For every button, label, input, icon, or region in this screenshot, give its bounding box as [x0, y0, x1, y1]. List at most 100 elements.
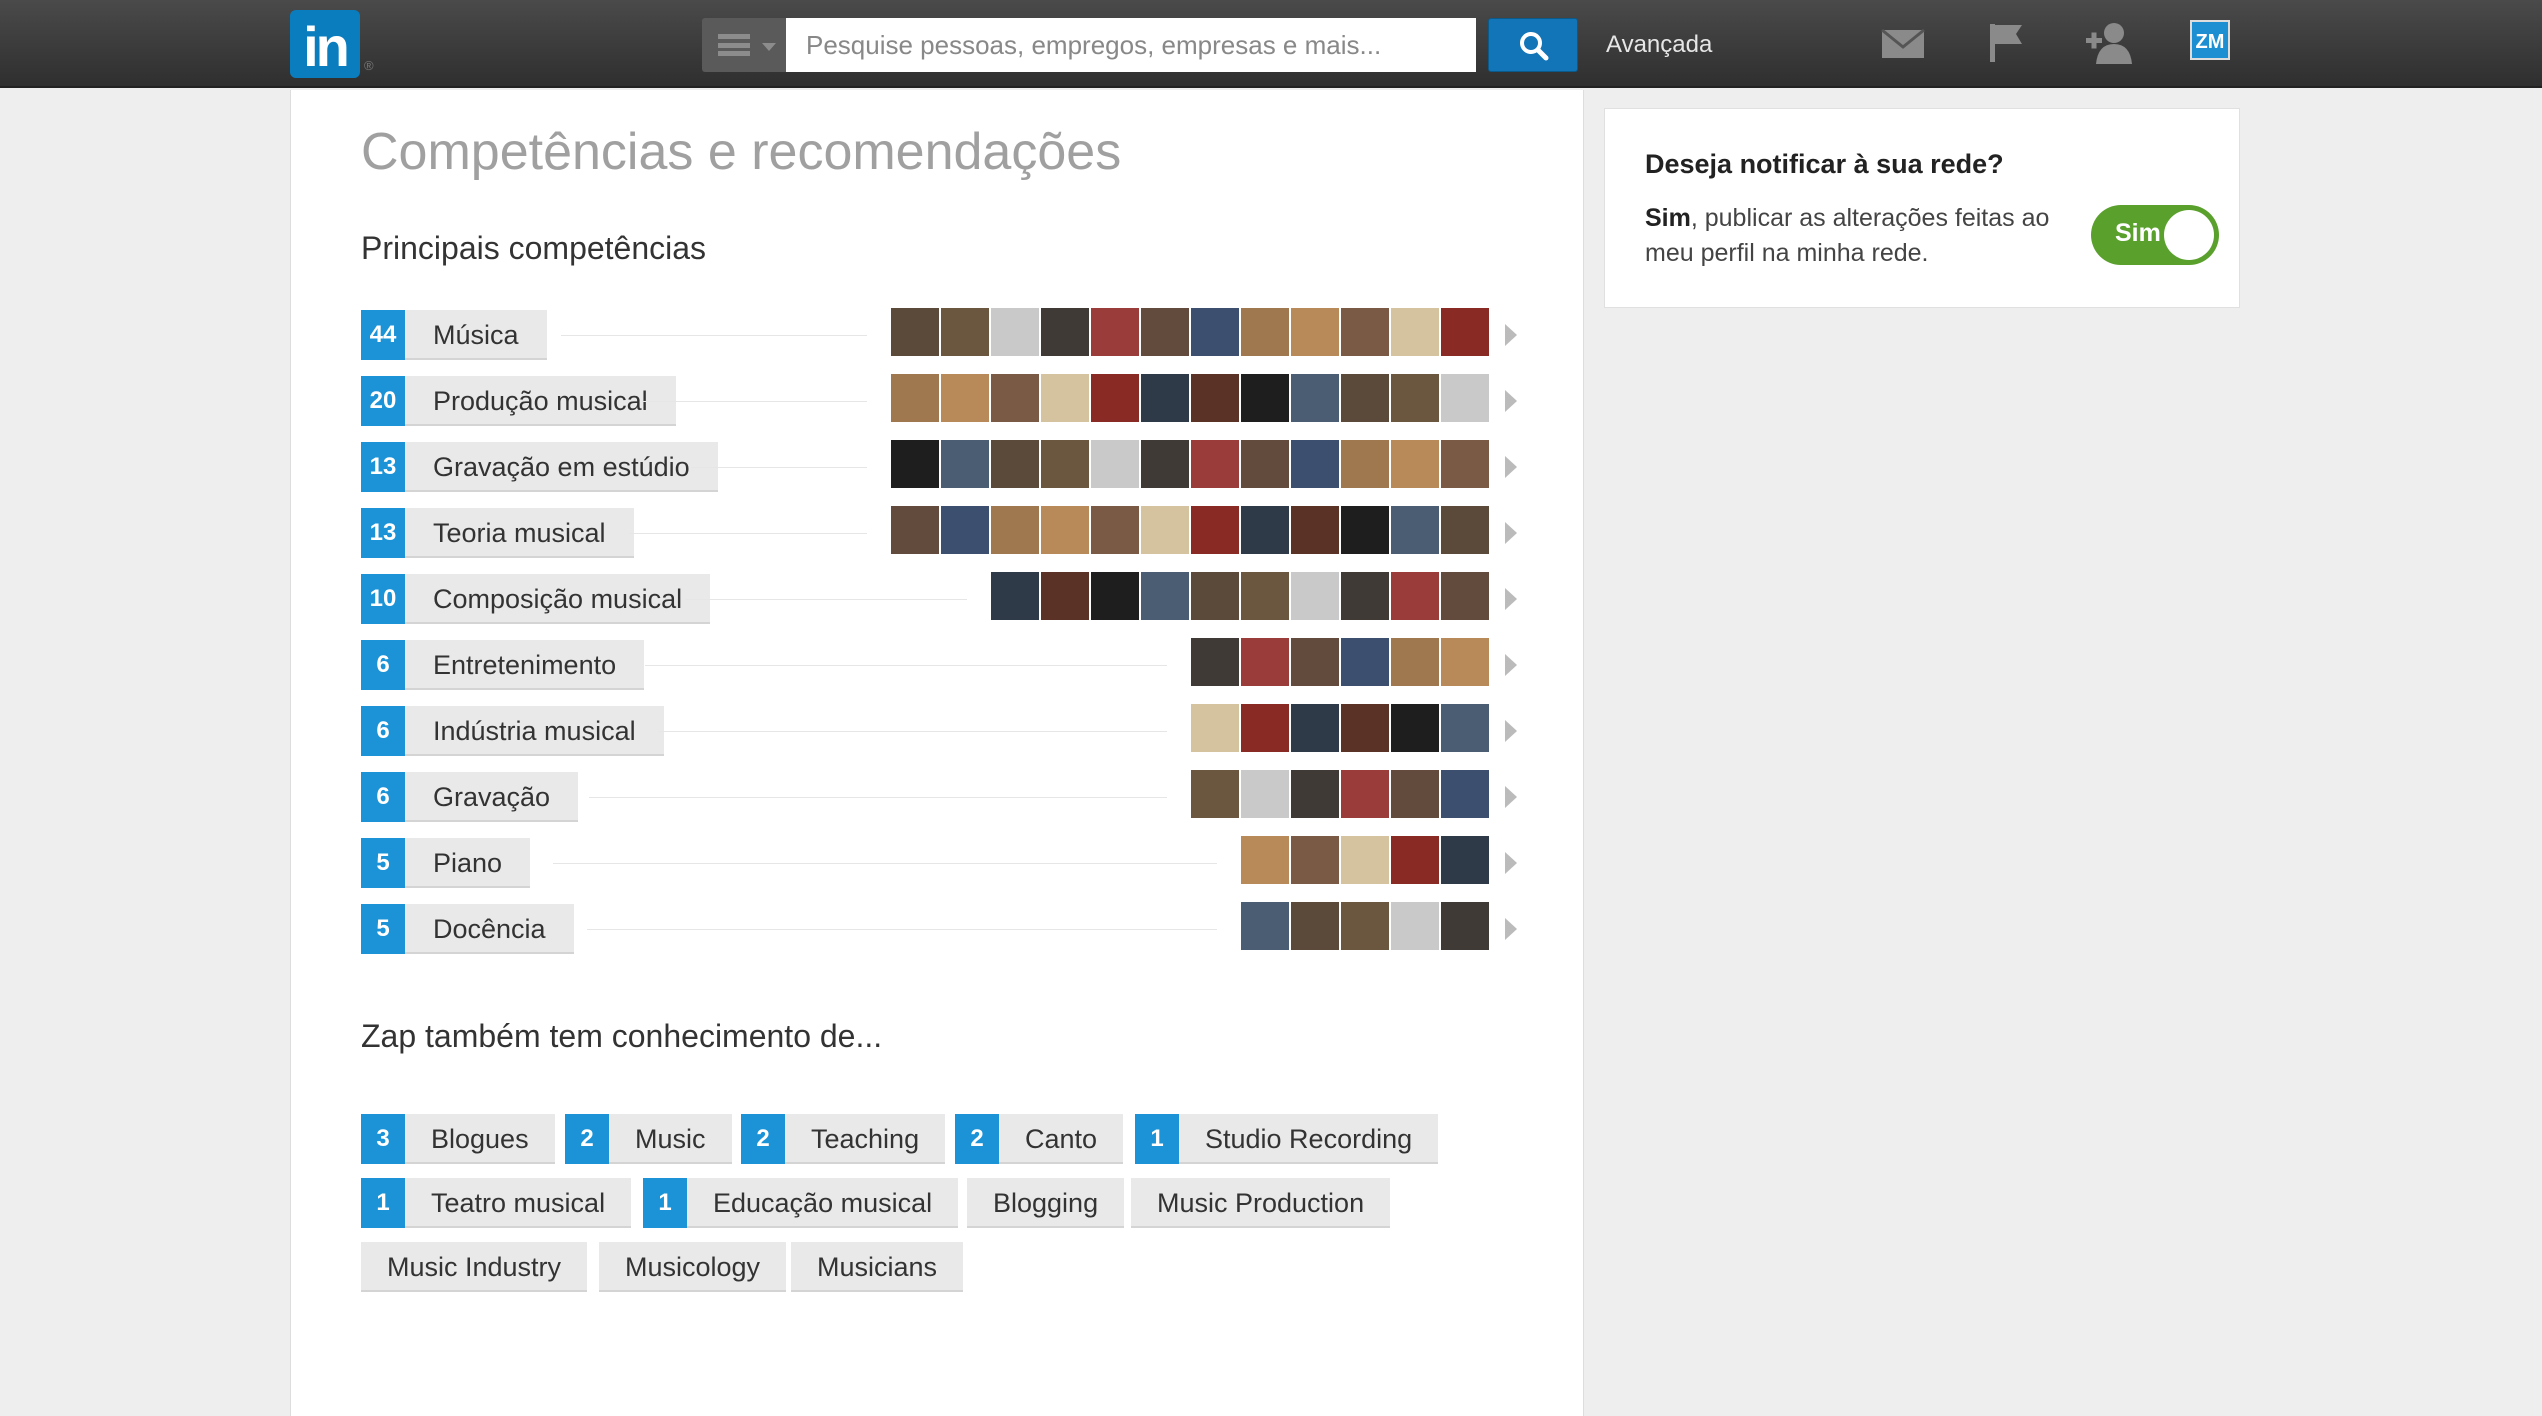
skill-name[interactable]: Music Production [1131, 1178, 1391, 1228]
endorsement-count-badge[interactable]: 6 [361, 772, 405, 822]
endorser-avatar[interactable] [1291, 440, 1339, 488]
endorsement-count-badge[interactable]: 5 [361, 838, 405, 888]
endorser-avatar[interactable] [1041, 572, 1089, 620]
endorser-avatar[interactable] [1091, 506, 1139, 554]
linkedin-logo[interactable]: in [290, 10, 360, 78]
endorser-avatar[interactable] [1241, 440, 1289, 488]
notifications-flag-icon[interactable] [1984, 20, 2030, 66]
endorser-avatar[interactable] [1291, 308, 1339, 356]
endorser-avatar[interactable] [991, 506, 1039, 554]
skill-name[interactable]: Indústria musical [405, 706, 664, 756]
expand-arrow-icon[interactable] [1505, 654, 1517, 676]
skill-name[interactable]: Entretenimento [405, 640, 645, 690]
advanced-search-link[interactable]: Avançada [1606, 31, 1712, 59]
endorser-avatar[interactable] [941, 506, 989, 554]
search-button[interactable] [1488, 18, 1578, 72]
endorser-avatar[interactable] [1341, 440, 1389, 488]
endorser-avatar[interactable] [1241, 770, 1289, 818]
skill-row[interactable]: 44 Música [361, 308, 1517, 360]
endorser-avatar[interactable] [1191, 770, 1239, 818]
endorsement-count-badge[interactable]: 2 [565, 1114, 609, 1164]
endorser-avatar[interactable] [1441, 572, 1489, 620]
endorser-avatar[interactable] [1191, 506, 1239, 554]
skill-chip[interactable]: 1 Educação musical [643, 1178, 959, 1228]
skill-chip[interactable]: 1 Studio Recording [1135, 1114, 1439, 1164]
endorser-avatar[interactable] [1441, 374, 1489, 422]
endorsement-count-badge[interactable]: 1 [361, 1178, 405, 1228]
skill-name[interactable]: Produção musical [405, 376, 676, 426]
endorser-avatar[interactable] [891, 440, 939, 488]
endorser-avatar[interactable] [1141, 308, 1189, 356]
endorser-avatar[interactable] [1191, 440, 1239, 488]
expand-arrow-icon[interactable] [1505, 852, 1517, 874]
endorser-avatar[interactable] [1241, 506, 1289, 554]
endorser-avatar[interactable] [1291, 506, 1339, 554]
endorser-avatar[interactable] [1291, 836, 1339, 884]
endorser-avatar[interactable] [1091, 440, 1139, 488]
endorser-avatar[interactable] [1041, 374, 1089, 422]
endorser-avatar[interactable] [1091, 374, 1139, 422]
endorsement-count-badge[interactable]: 2 [741, 1114, 785, 1164]
skill-name[interactable]: Blogging [967, 1178, 1125, 1228]
endorser-avatar[interactable] [1091, 308, 1139, 356]
endorser-avatar[interactable] [1241, 902, 1289, 950]
skill-chip[interactable]: Musicians [791, 1242, 964, 1292]
skill-name[interactable]: Piano [405, 838, 531, 888]
endorser-avatar[interactable] [1441, 638, 1489, 686]
endorser-avatar[interactable] [1391, 374, 1439, 422]
skill-name[interactable]: Music Industry [361, 1242, 588, 1292]
endorser-avatar[interactable] [1291, 374, 1339, 422]
endorsement-count-badge[interactable]: 5 [361, 904, 405, 954]
endorser-avatar[interactable] [1241, 374, 1289, 422]
skill-name[interactable]: Gravação em estúdio [405, 442, 718, 492]
expand-arrow-icon[interactable] [1505, 918, 1517, 940]
endorser-avatar[interactable] [891, 374, 939, 422]
skill-name[interactable]: Teaching [785, 1114, 946, 1164]
skill-row[interactable]: 5 Piano [361, 836, 1517, 888]
skill-name[interactable]: Teoria musical [405, 508, 634, 558]
skill-name[interactable]: Musicology [599, 1242, 787, 1292]
endorser-avatar[interactable] [1291, 638, 1339, 686]
endorsement-count-badge[interactable]: 2 [955, 1114, 999, 1164]
skill-chip[interactable]: 1 Teatro musical [361, 1178, 632, 1228]
endorser-avatar[interactable] [1041, 506, 1089, 554]
skill-row[interactable]: 13 Teoria musical [361, 506, 1517, 558]
endorser-avatar[interactable] [1441, 770, 1489, 818]
search-input[interactable] [786, 18, 1476, 72]
endorser-avatar[interactable] [891, 308, 939, 356]
expand-arrow-icon[interactable] [1505, 588, 1517, 610]
endorser-avatar[interactable] [1391, 440, 1439, 488]
expand-arrow-icon[interactable] [1505, 324, 1517, 346]
endorser-avatar[interactable] [941, 308, 989, 356]
expand-arrow-icon[interactable] [1505, 390, 1517, 412]
endorsement-count-badge[interactable]: 6 [361, 640, 405, 690]
endorser-avatar[interactable] [1341, 770, 1389, 818]
profile-avatar-icon[interactable]: ZM [2190, 20, 2230, 60]
skill-name[interactable]: Docência [405, 904, 574, 954]
endorser-avatar[interactable] [1341, 836, 1389, 884]
endorser-avatar[interactable] [1291, 704, 1339, 752]
endorser-avatar[interactable] [1241, 836, 1289, 884]
skill-name[interactable]: Música [405, 310, 547, 360]
endorser-avatar[interactable] [1341, 374, 1389, 422]
skill-name[interactable]: Composição musical [405, 574, 711, 624]
endorsement-count-badge[interactable]: 20 [361, 376, 405, 426]
endorsement-count-badge[interactable]: 10 [361, 574, 405, 624]
skill-row[interactable]: 5 Docência [361, 902, 1517, 954]
endorser-avatar[interactable] [991, 374, 1039, 422]
endorser-avatar[interactable] [1091, 572, 1139, 620]
endorser-avatar[interactable] [1441, 704, 1489, 752]
endorser-avatar[interactable] [991, 572, 1039, 620]
skill-name[interactable]: Music [609, 1114, 732, 1164]
skill-chip[interactable]: 2 Canto [955, 1114, 1124, 1164]
endorser-avatar[interactable] [1291, 572, 1339, 620]
expand-arrow-icon[interactable] [1505, 786, 1517, 808]
endorsement-count-badge[interactable]: 3 [361, 1114, 405, 1164]
endorser-avatar[interactable] [1341, 572, 1389, 620]
endorser-avatar[interactable] [941, 440, 989, 488]
skill-name[interactable]: Canto [999, 1114, 1124, 1164]
skill-name[interactable]: Studio Recording [1179, 1114, 1439, 1164]
endorser-avatar[interactable] [1191, 374, 1239, 422]
skill-row[interactable]: 10 Composição musical [361, 572, 1517, 624]
endorser-avatar[interactable] [1141, 506, 1189, 554]
